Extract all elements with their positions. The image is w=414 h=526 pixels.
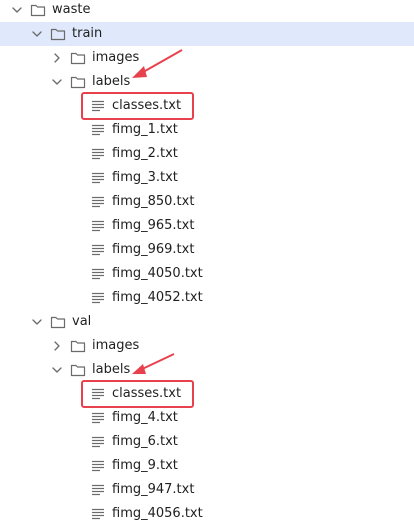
text-file-icon bbox=[90, 458, 106, 474]
text-file-icon bbox=[90, 146, 106, 162]
tree-folder-row[interactable]: val bbox=[0, 310, 414, 334]
folder-icon bbox=[70, 74, 86, 90]
tree-item-label: fimg_6.txt bbox=[112, 434, 178, 449]
tree-item-label: fimg_969.txt bbox=[112, 242, 195, 257]
tree-item-label: fimg_4050.txt bbox=[112, 266, 203, 281]
project-tree: waste train images labels classes.txt fimg_1.… bbox=[0, 0, 414, 524]
tree-item-label: train bbox=[72, 26, 103, 41]
folder-icon bbox=[50, 26, 66, 42]
highlight-box bbox=[81, 380, 194, 408]
text-file-icon bbox=[90, 242, 106, 258]
folder-icon bbox=[30, 2, 46, 18]
tree-file-row[interactable]: fimg_4.txt bbox=[0, 406, 414, 430]
tree-folder-row[interactable]: labels bbox=[0, 70, 414, 94]
chevron-right-icon[interactable] bbox=[50, 339, 64, 353]
tree-item-label: fimg_4056.txt bbox=[112, 506, 203, 521]
text-file-icon bbox=[90, 122, 106, 138]
folder-icon bbox=[70, 50, 86, 66]
text-file-icon bbox=[90, 290, 106, 306]
tree-item-label: waste bbox=[52, 2, 91, 17]
tree-file-row[interactable]: fimg_850.txt bbox=[0, 190, 414, 214]
tree-item-label: fimg_947.txt bbox=[112, 482, 195, 497]
text-file-icon bbox=[90, 506, 106, 522]
text-file-icon bbox=[90, 410, 106, 426]
tree-file-row[interactable]: fimg_9.txt bbox=[0, 454, 414, 478]
tree-file-row[interactable]: fimg_3.txt bbox=[0, 166, 414, 190]
tree-file-row[interactable]: fimg_2.txt bbox=[0, 142, 414, 166]
tree-item-label: fimg_965.txt bbox=[112, 218, 195, 233]
chevron-down-icon[interactable] bbox=[30, 27, 44, 41]
folder-icon bbox=[70, 362, 86, 378]
chevron-down-icon[interactable] bbox=[10, 3, 24, 17]
tree-item-label: fimg_4052.txt bbox=[112, 290, 203, 305]
tree-file-row[interactable]: classes.txt bbox=[0, 382, 414, 406]
text-file-icon bbox=[90, 194, 106, 210]
chevron-down-icon[interactable] bbox=[50, 75, 64, 89]
text-file-icon bbox=[90, 170, 106, 186]
tree-folder-row[interactable]: waste bbox=[0, 0, 414, 22]
tree-file-row[interactable]: fimg_4050.txt bbox=[0, 262, 414, 286]
tree-item-label: fimg_4.txt bbox=[112, 410, 178, 425]
tree-file-row[interactable]: fimg_947.txt bbox=[0, 478, 414, 502]
tree-file-row[interactable]: fimg_969.txt bbox=[0, 238, 414, 262]
annotation-arrow-train-labels bbox=[132, 49, 183, 78]
tree-file-row[interactable]: fimg_4056.txt bbox=[0, 502, 414, 526]
tree-file-row[interactable]: fimg_6.txt bbox=[0, 430, 414, 454]
text-file-icon bbox=[90, 266, 106, 282]
tree-file-row[interactable]: fimg_965.txt bbox=[0, 214, 414, 238]
text-file-icon bbox=[90, 434, 106, 450]
tree-item-label: fimg_3.txt bbox=[112, 170, 178, 185]
chevron-down-icon[interactable] bbox=[50, 363, 64, 377]
folder-icon bbox=[50, 314, 66, 330]
tree-file-row[interactable]: classes.txt bbox=[0, 94, 414, 118]
tree-folder-row[interactable]: images bbox=[0, 46, 414, 70]
tree-item-label: fimg_9.txt bbox=[112, 458, 178, 473]
tree-item-label: fimg_1.txt bbox=[112, 122, 178, 137]
tree-folder-row[interactable]: train bbox=[0, 22, 414, 46]
text-file-icon bbox=[90, 482, 106, 498]
tree-file-row[interactable]: fimg_1.txt bbox=[0, 118, 414, 142]
tree-file-row[interactable]: fimg_4052.txt bbox=[0, 286, 414, 310]
tree-folder-row[interactable]: images bbox=[0, 334, 414, 358]
tree-item-label: val bbox=[72, 314, 92, 329]
annotation-arrow-val-labels bbox=[132, 353, 175, 374]
text-file-icon bbox=[90, 218, 106, 234]
highlight-box bbox=[81, 92, 194, 120]
tree-item-label: fimg_2.txt bbox=[112, 146, 178, 161]
chevron-down-icon[interactable] bbox=[30, 315, 44, 329]
chevron-right-icon[interactable] bbox=[50, 51, 64, 65]
tree-folder-row[interactable]: labels bbox=[0, 358, 414, 382]
tree-item-label: fimg_850.txt bbox=[112, 194, 195, 209]
folder-icon bbox=[70, 338, 86, 354]
